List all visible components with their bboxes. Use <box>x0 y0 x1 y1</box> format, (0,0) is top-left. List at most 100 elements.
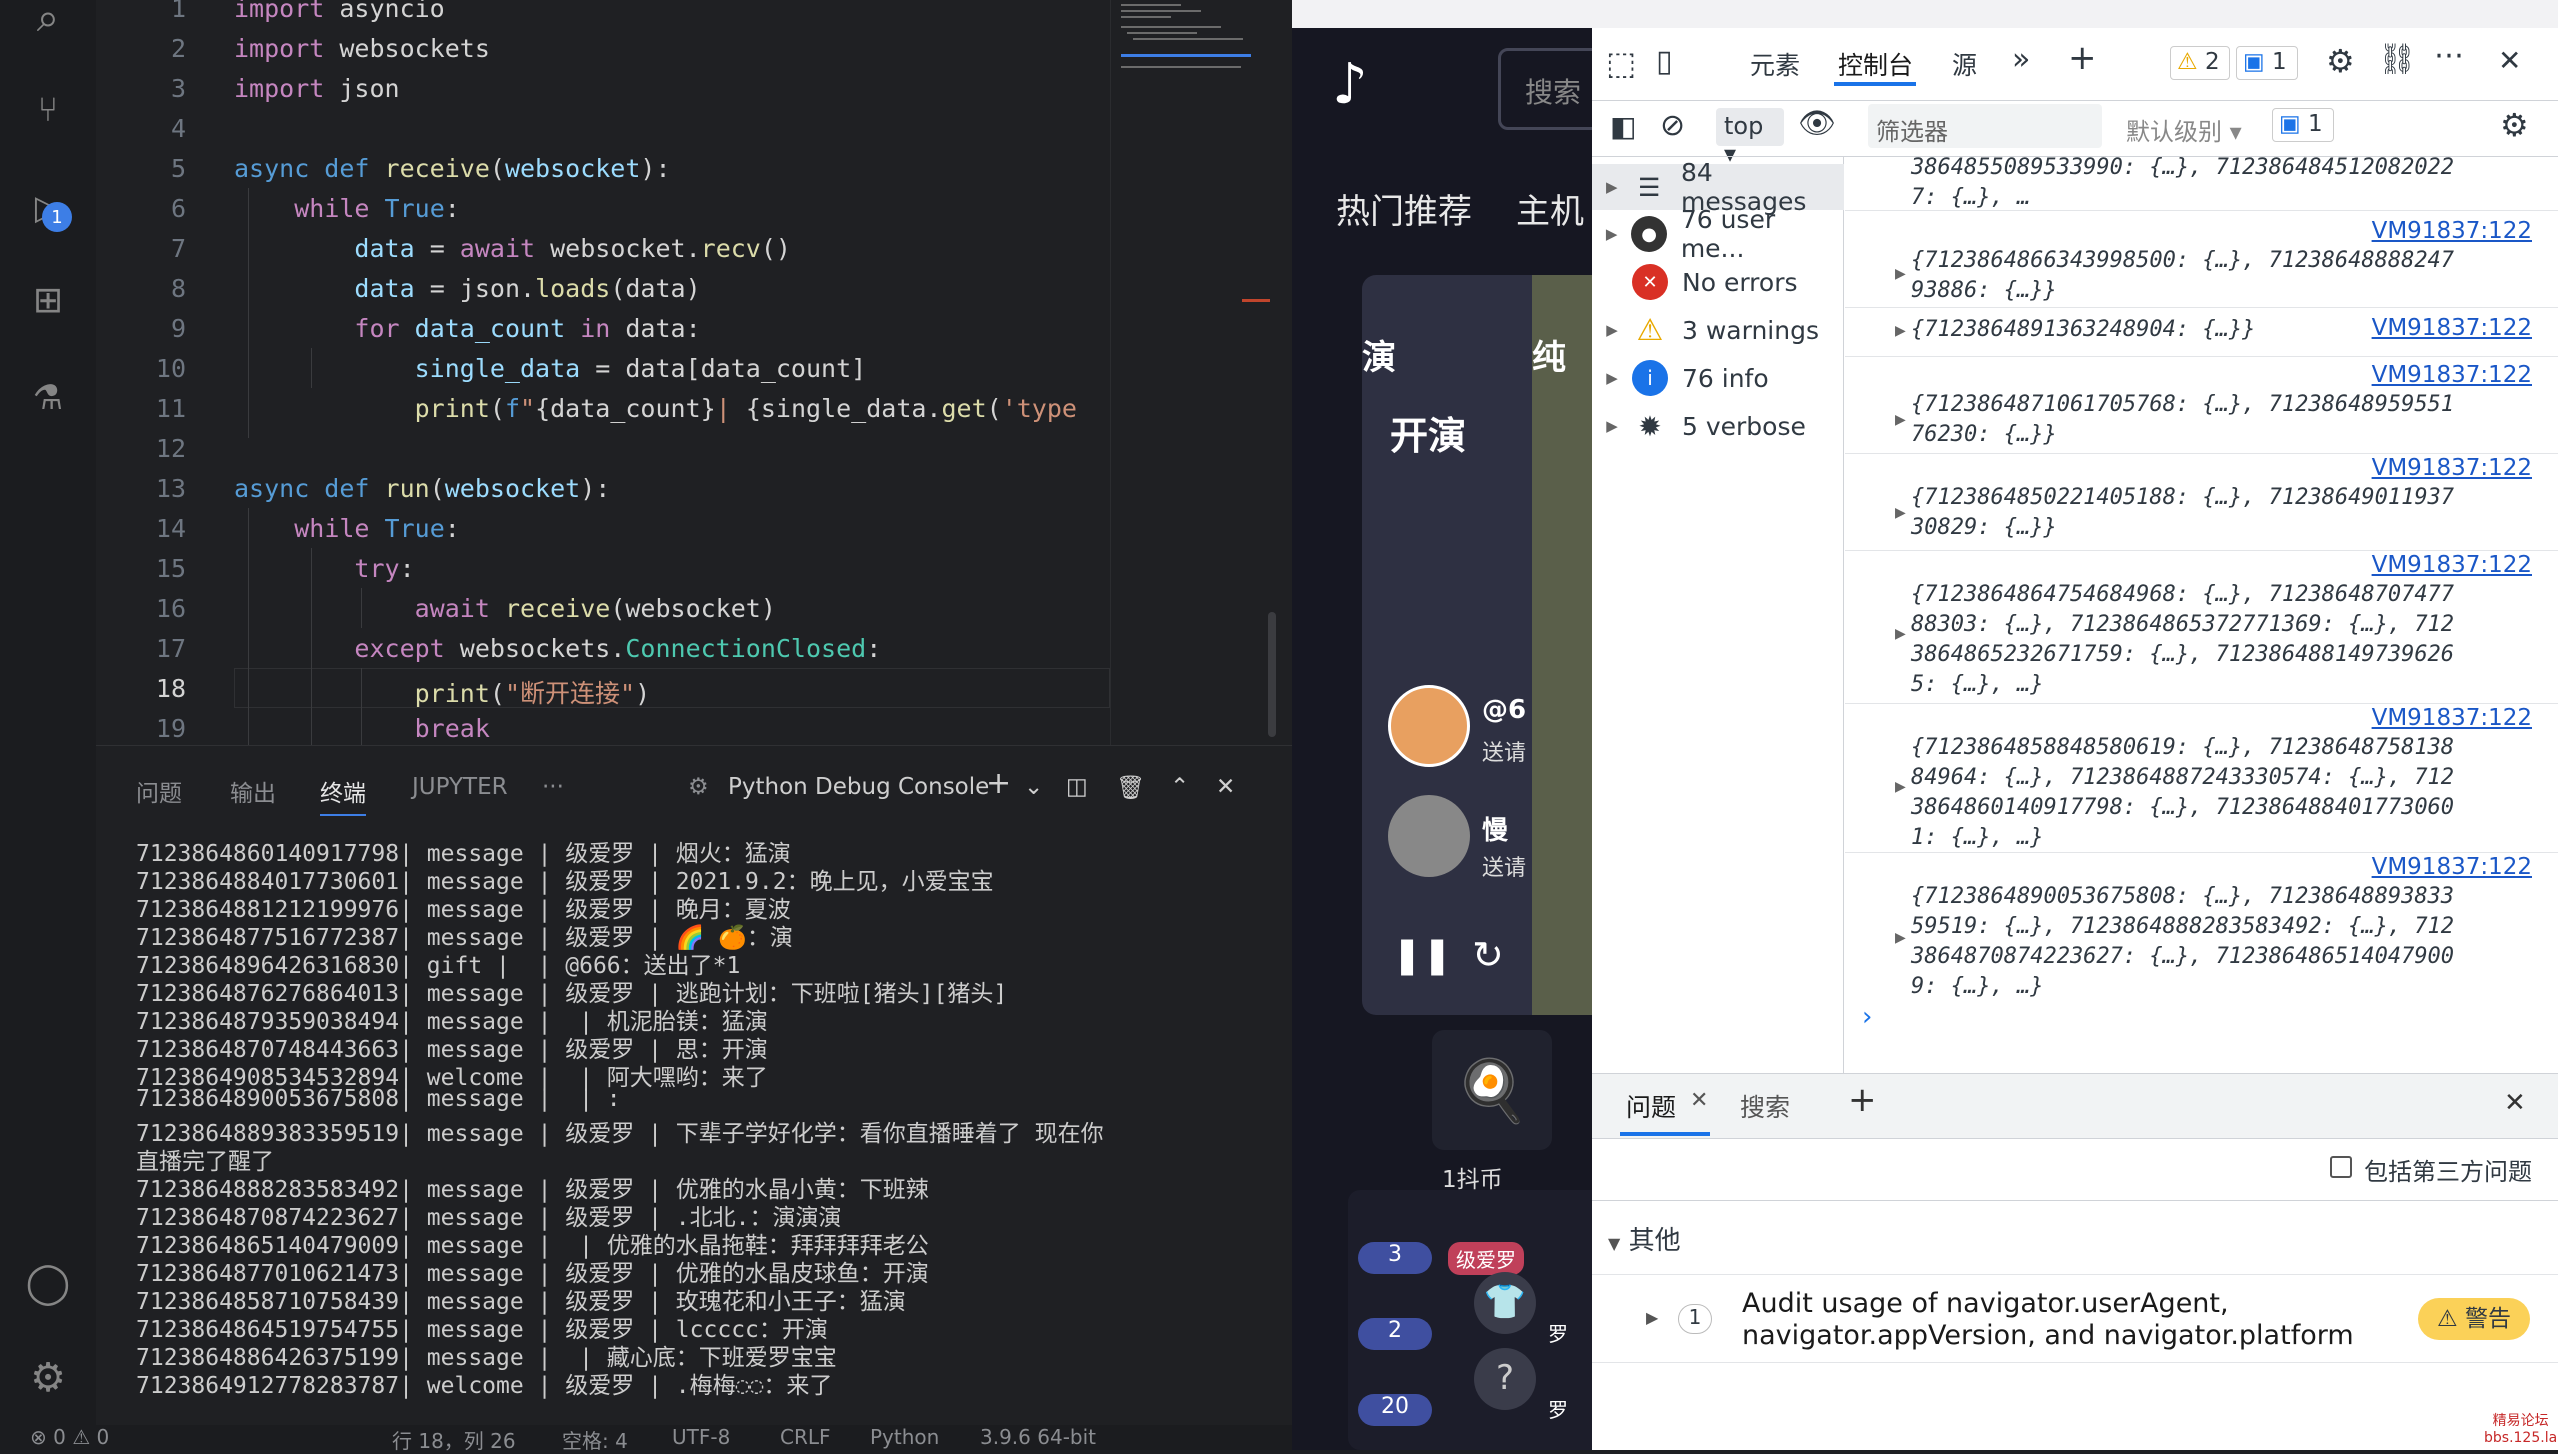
settings-gear-icon[interactable]: ⚙ <box>20 1350 76 1406</box>
sidebar-item-messages[interactable]: ▶ ☰ 84 messages <box>1592 158 1844 216</box>
filter-input[interactable]: 筛选器 <box>1868 104 2102 148</box>
sidebar-item-user-messages[interactable]: ▶ ● 76 user me... <box>1592 205 1844 263</box>
sidebar-item-info[interactable]: ▶ i 76 info <box>1592 355 1844 401</box>
account-icon[interactable]: ◯ <box>20 1255 76 1311</box>
tab-jupyter[interactable]: JUPYTER <box>412 774 508 800</box>
expand-triangle-icon[interactable]: ▶ <box>1895 626 1906 642</box>
clear-console-icon[interactable]: ⊘ <box>1660 108 1685 143</box>
console-message[interactable]: VM91837:122 ▶ {7123864850221405188: {…},… <box>1845 455 2558 551</box>
tiktok-logo-icon[interactable]: ♪ <box>1332 52 1368 117</box>
video-player[interactable]: 演 纯 开演 @6 送请 慢 送请 ❚❚ ↻ <box>1362 275 1592 1015</box>
gift-pan-icon[interactable]: 🍳 <box>1432 1030 1552 1150</box>
code-editor[interactable]: 1 2 3 4 5 6 7 8 9 10 11 12 13 14 15 16 1… <box>96 0 1110 745</box>
tab-terminal[interactable]: 终端 <box>320 774 366 816</box>
group-header[interactable]: ▼ 其他 <box>1608 1220 1681 1257</box>
device-toolbar-icon[interactable]: ▯ <box>1656 44 1673 79</box>
tab-elements[interactable]: 元素 <box>1750 46 1800 82</box>
close-icon[interactable]: ✕ <box>2504 1088 2526 1118</box>
console-message[interactable]: 38648550895339​90: {…}, 7123864845120820… <box>1845 155 2558 211</box>
tab-console[interactable]: 控制台 <box>1838 46 1913 82</box>
search-input[interactable]: 搜索 <box>1498 48 1592 130</box>
console-message[interactable]: VM91837:122 ▶ {7123864890053675808: {…},… <box>1845 854 2558 1002</box>
expand-triangle-icon[interactable]: ▶ <box>1895 323 1906 339</box>
source-link[interactable]: VM91837:122 <box>2372 362 2532 388</box>
pause-icon[interactable]: ❚❚ <box>1392 935 1452 976</box>
eol-status[interactable]: CRLF <box>780 1425 831 1449</box>
encoding-status[interactable]: UTF-8 <box>672 1425 730 1449</box>
help-icon[interactable]: ? <box>1474 1348 1536 1410</box>
maximize-panel-icon[interactable]: ⌃ <box>1170 774 1189 800</box>
python-version[interactable]: 3.9.6 64-bit <box>980 1425 1096 1449</box>
source-link[interactable]: VM91837:122 <box>2372 854 2532 880</box>
rank-level-badge: 3 <box>1358 1242 1432 1274</box>
source-link[interactable]: VM91837:122 <box>2372 315 2532 341</box>
source-link[interactable]: VM91837:122 <box>2372 552 2532 578</box>
browser-toolbar <box>1292 0 1592 28</box>
close-icon[interactable]: ✕ <box>1216 774 1235 800</box>
nav-recommend[interactable]: 热门推荐 <box>1336 184 1472 233</box>
console-prompt-icon[interactable]: › <box>1862 1002 1872 1032</box>
source-link[interactable]: VM91837:122 <box>2372 705 2532 731</box>
problems-status[interactable]: ⊗ 0 ⚠ 0 <box>30 1425 109 1449</box>
expand-triangle-icon[interactable]: ▶ <box>1895 412 1906 428</box>
extensions-icon[interactable]: ⊞ <box>20 272 76 328</box>
console-message[interactable]: VM91837:122 ▶ {7123864871061705768: {…},… <box>1845 358 2558 454</box>
close-icon[interactable]: ✕ <box>2498 44 2521 77</box>
language-status[interactable]: Python <box>870 1425 939 1449</box>
source-link[interactable]: VM91837:122 <box>2372 218 2532 244</box>
split-terminal-icon[interactable]: ◫ <box>1066 774 1088 800</box>
sidebar-item-warnings[interactable]: ▶ ⚠ 3 warnings <box>1592 307 1844 353</box>
inspect-element-icon[interactable]: ⬚ <box>1606 44 1636 82</box>
more-tabs-button[interactable]: ··· <box>542 774 564 800</box>
avatar[interactable] <box>1388 795 1470 877</box>
issue-text[interactable]: navigator.appVersion, and navigator.plat… <box>1742 1320 2354 1351</box>
sidebar-toggle-icon[interactable]: ◧ <box>1610 110 1636 143</box>
expand-triangle-icon[interactable]: ▶ <box>1895 930 1906 946</box>
shirt-icon[interactable]: 👕 <box>1474 1272 1536 1334</box>
source-link[interactable]: VM91837:122 <box>2372 455 2532 481</box>
log-level-dropdown[interactable]: 默认级别 ▾ <box>2126 112 2242 147</box>
gear-icon[interactable]: ⚙ <box>2326 42 2355 80</box>
issues-counter[interactable]: ▣ 1 <box>2272 108 2334 142</box>
search-icon[interactable]: ⌕ <box>20 0 76 46</box>
nav-host[interactable]: 主机 <box>1516 184 1584 233</box>
refresh-icon[interactable]: ↻ <box>1472 933 1504 977</box>
tab-output[interactable]: 输出 <box>230 774 276 808</box>
trash-icon[interactable]: 🗑 <box>1116 774 1145 801</box>
console-message[interactable]: ▶ {7123864891363248904: {…}} VM91837:122 <box>1845 309 2558 357</box>
console-message[interactable]: VM91837:122 ▶ {7123864866343998500: {…},… <box>1845 212 2558 308</box>
add-tab-icon[interactable]: + <box>2068 38 2097 78</box>
more-tabs-icon[interactable]: » <box>2012 42 2030 77</box>
testing-icon[interactable]: ⚗ <box>20 370 76 426</box>
new-terminal-icon[interactable]: + <box>986 766 1011 801</box>
third-party-checkbox[interactable] <box>2330 1156 2352 1178</box>
context-selector[interactable]: top ▾ <box>1716 108 1784 168</box>
tab-problems[interactable]: 问题 <box>136 774 182 808</box>
issue-text[interactable]: Audit usage of navigator.userAgent, <box>1742 1288 2229 1319</box>
eye-icon[interactable]: 👁 <box>1798 106 1836 141</box>
gear-icon[interactable]: ⚙ <box>2500 106 2529 144</box>
run-debug-icon[interactable]: ▷1 <box>20 180 76 236</box>
close-icon[interactable]: ✕ <box>1690 1088 1708 1113</box>
chevron-down-icon[interactable]: ⌄ <box>1024 774 1043 800</box>
drawer-tab-issues[interactable]: 问题 <box>1626 1088 1676 1124</box>
info-counter[interactable]: ▣ 1 <box>2236 46 2298 80</box>
console-message[interactable]: VM91837:122 ▶ {7123864864754684968: {…},… <box>1845 552 2558 704</box>
console-message[interactable]: VM91837:122 ▶ {7123864858848580619: {…},… <box>1845 705 2558 853</box>
expand-triangle-icon[interactable]: ▶ <box>1895 505 1906 521</box>
sidebar-item-verbose[interactable]: ▶ ✹ 5 verbose <box>1592 403 1844 449</box>
drawer-tab-search[interactable]: 搜索 <box>1740 1088 1790 1124</box>
warnings-counter[interactable]: ⚠ 2 <box>2170 46 2230 80</box>
expand-triangle-icon[interactable]: ▶ <box>1895 266 1906 282</box>
add-tab-icon[interactable]: + <box>1848 1080 1877 1120</box>
expand-triangle-icon[interactable]: ▶ <box>1646 1308 1658 1327</box>
expand-triangle-icon[interactable]: ▶ <box>1895 779 1906 795</box>
sidebar-item-errors[interactable]: ✕ No errors <box>1592 259 1844 305</box>
more-options-icon[interactable]: ⋯ <box>2434 38 2464 73</box>
remote-devices-icon[interactable]: ⛓ <box>2378 42 2416 77</box>
console-name[interactable]: Python Debug Console <box>728 774 989 800</box>
source-control-icon[interactable]: ⑂ <box>20 82 76 138</box>
tab-sources[interactable]: 源 <box>1952 46 1977 82</box>
avatar[interactable] <box>1388 685 1470 767</box>
minimap[interactable] <box>1110 0 1270 745</box>
